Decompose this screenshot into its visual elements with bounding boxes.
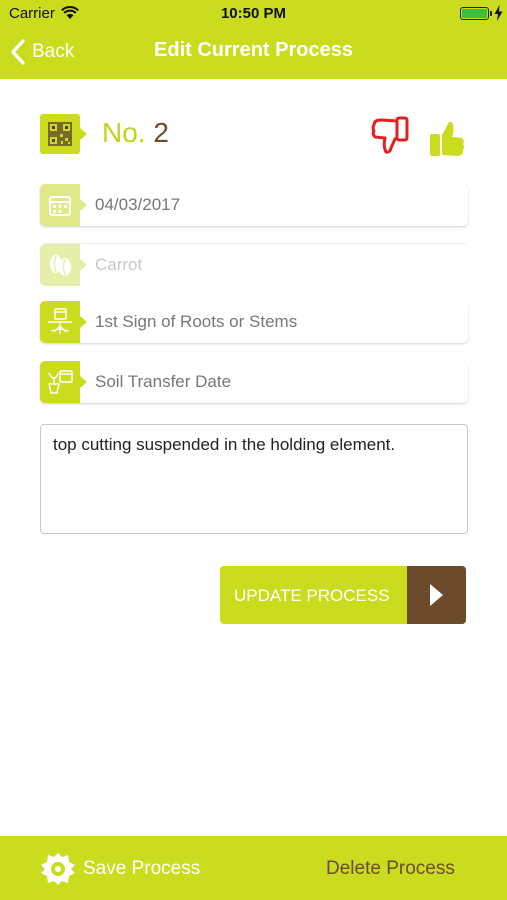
- play-arrow-icon: [430, 584, 443, 606]
- update-arrow-box: [407, 566, 466, 624]
- navigation-bar: Carrier 10:50 PM Back Edit Current Proce…: [0, 0, 507, 79]
- charging-bolt-icon: [494, 5, 503, 21]
- save-process-label: Save Process: [83, 858, 201, 879]
- update-process-label: UPDATE PROCESS: [234, 586, 390, 605]
- seed-icon: [50, 255, 71, 276]
- thumb-up-icon[interactable]: [428, 118, 466, 158]
- thumb-down-icon[interactable]: [371, 116, 409, 156]
- battery-level: [462, 9, 487, 18]
- qr-notch: [80, 128, 87, 140]
- qr-code-button[interactable]: [40, 114, 80, 154]
- save-process-button[interactable]: Save Process: [40, 852, 200, 886]
- soil-icon-box: [40, 361, 87, 403]
- roots-icon-box: [40, 301, 87, 343]
- date-field[interactable]: 04/03/2017: [40, 184, 468, 226]
- delete-process-button[interactable]: Delete Process: [326, 858, 455, 880]
- battery-tip: [490, 11, 492, 16]
- calendar-icon: [49, 196, 71, 216]
- process-number-label: No.: [102, 117, 146, 148]
- bottom-toolbar: Save Process Delete Process: [0, 836, 507, 900]
- clock: 10:50 PM: [220, 5, 287, 22]
- save-icon: [41, 853, 75, 885]
- roots-date-field[interactable]: 1st Sign of Roots or Stems: [40, 301, 468, 343]
- update-process-button[interactable]: UPDATE PROCESS: [220, 566, 466, 624]
- page-title: Edit Current Process: [154, 39, 353, 61]
- status-bar: Carrier 10:50 PM: [0, 0, 507, 28]
- soil-transfer-placeholder: Soil Transfer Date: [95, 372, 232, 391]
- soil-transfer-date-field[interactable]: Soil Transfer Date: [40, 361, 468, 403]
- battery-icon: [460, 7, 489, 20]
- process-number-value: 2: [153, 117, 169, 148]
- plant-field[interactable]: Carrot: [40, 243, 468, 286]
- qr-code-icon: [48, 122, 72, 146]
- notes-textarea[interactable]: top cutting suspended in the holding ele…: [40, 424, 468, 534]
- plant-icon-box: [40, 244, 87, 286]
- process-number: No. 2: [102, 117, 169, 149]
- soil-transfer-icon: [48, 370, 73, 394]
- roots-icon: [48, 308, 72, 334]
- plant-value: Carrot: [95, 255, 143, 274]
- date-value: 04/03/2017: [95, 195, 181, 214]
- date-icon-box: [40, 184, 87, 226]
- roots-date-placeholder: 1st Sign of Roots or Stems: [95, 312, 298, 331]
